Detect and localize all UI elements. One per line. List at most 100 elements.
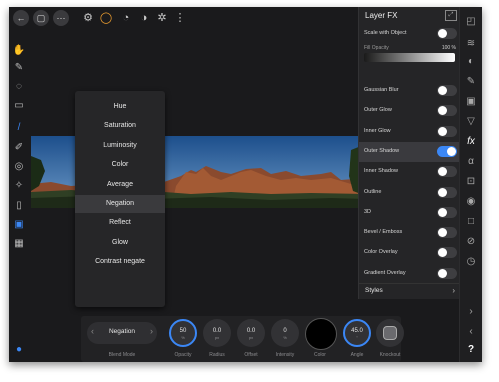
intensity-label: Intensity: [275, 352, 295, 358]
effect-label: Outline: [364, 188, 382, 195]
macro-icon[interactable]: ◷: [464, 255, 478, 269]
effect-row[interactable]: Gradient Overlay: [359, 264, 461, 284]
effect-label: Outer Glow: [364, 107, 392, 114]
crop-tool-icon[interactable]: ▯: [12, 199, 26, 213]
lasso-tool-icon[interactable]: ◌: [12, 80, 26, 94]
blend-menu-item[interactable]: Contrast negate: [75, 253, 165, 271]
select-tool-icon[interactable]: ▣: [12, 218, 26, 232]
fill-opacity-slider[interactable]: [364, 53, 455, 62]
effect-row[interactable]: Outer Glow: [359, 101, 461, 121]
blend-menu-item[interactable]: Saturation: [75, 117, 165, 135]
transform-icon[interactable]: ▣: [464, 95, 478, 109]
effect-row[interactable]: 3D: [359, 203, 461, 223]
settings-icon[interactable]: ✲: [155, 11, 169, 25]
adjustment-icon[interactable]: ◑: [137, 11, 151, 25]
back-icon[interactable]: ←: [13, 10, 29, 26]
color-swatch[interactable]: [305, 318, 337, 350]
fx-icon[interactable]: fx: [464, 135, 478, 149]
snapping-icon[interactable]: ⊘: [464, 235, 478, 249]
scale-label: Scale with Object: [364, 30, 407, 36]
intensity-dial[interactable]: 0 %: [271, 319, 299, 347]
blend-menu-item[interactable]: Average: [75, 176, 165, 194]
chevron-left-icon[interactable]: ‹: [464, 325, 478, 339]
history-icon[interactable]: ⊡: [464, 175, 478, 189]
channels-icon[interactable]: ▽: [464, 115, 478, 129]
fill-opacity-label: Fill Opacity: [364, 45, 389, 51]
fill-opacity-value: 100 %: [441, 45, 456, 51]
scale-toggle[interactable]: [437, 28, 457, 39]
clone-tool-icon[interactable]: ◎: [12, 160, 26, 174]
knockout-button[interactable]: [376, 319, 404, 347]
effect-row[interactable]: Outer Shadow: [359, 141, 461, 162]
blend-menu-item[interactable]: Glow: [75, 234, 165, 252]
blend-menu-item[interactable]: Negation: [75, 195, 165, 213]
paint-tool-icon[interactable]: ✐: [12, 141, 26, 155]
effect-row[interactable]: Color Overlay: [359, 243, 461, 263]
text-icon[interactable]: α: [464, 155, 478, 169]
offset-unit: px: [248, 335, 254, 340]
document-icon[interactable]: ▢: [33, 10, 49, 26]
swatches-icon[interactable]: ◉: [464, 195, 478, 209]
brushes-icon[interactable]: ◐: [464, 55, 478, 69]
hand-tool-icon[interactable]: ✋: [12, 44, 26, 58]
persona-icon[interactable]: ⚙: [81, 11, 95, 25]
live-filter-icon[interactable]: ◔: [119, 11, 133, 25]
fill-opacity-row[interactable]: Fill Opacity 100 %: [359, 44, 461, 64]
next-blend-icon[interactable]: ›: [150, 326, 153, 336]
effect-toggle[interactable]: [437, 166, 457, 178]
opacity-value: 50: [179, 328, 187, 334]
effect-toggle[interactable]: [437, 267, 457, 279]
effect-label: Gradient Overlay: [364, 269, 406, 276]
blend-menu-item[interactable]: Hue: [75, 98, 165, 116]
effect-row[interactable]: Gaussian Blur: [359, 81, 461, 101]
layers-icon[interactable]: ≋: [464, 37, 478, 51]
navigator-icon[interactable]: ◰: [464, 15, 478, 29]
brush-tool-icon[interactable]: ✎: [12, 61, 26, 75]
radius-label: Radius: [209, 352, 225, 358]
effect-toggle[interactable]: [437, 125, 457, 137]
help-icon[interactable]: ⋮: [173, 11, 187, 25]
offset-label: Offset: [244, 352, 258, 358]
blend-menu-item[interactable]: Reflect: [75, 214, 165, 232]
chevron-right-icon[interactable]: ›: [464, 305, 478, 319]
blend-menu-item[interactable]: Luminosity: [75, 137, 165, 155]
radius-unit: px: [214, 335, 220, 340]
transform-tool-icon[interactable]: ▦: [12, 237, 26, 251]
color-icon[interactable]: ✎: [464, 75, 478, 89]
effect-toggle[interactable]: [437, 85, 457, 96]
styles-row[interactable]: Styles ›: [359, 283, 461, 300]
intensity-value: 0: [283, 328, 287, 334]
selection-icon[interactable]: ◯: [99, 11, 113, 25]
pen-tool-icon[interactable]: /: [12, 121, 26, 135]
effect-toggle[interactable]: [437, 145, 457, 157]
color-label: Color: [314, 352, 326, 358]
blend-mode-menu: Hue Saturation Luminosity Color Average Negat…: [75, 91, 165, 307]
effect-toggle[interactable]: [437, 247, 457, 259]
effect-toggle[interactable]: [437, 206, 457, 218]
retouch-tool-icon[interactable]: ✧: [12, 179, 26, 193]
opacity-dial[interactable]: 50 %: [169, 319, 197, 347]
scale-with-object-row[interactable]: Scale with Object: [359, 24, 461, 44]
help-question-icon[interactable]: ?: [464, 343, 478, 357]
radius-dial[interactable]: 0.0 px: [203, 319, 231, 347]
effect-row[interactable]: Outline: [359, 183, 461, 203]
angle-value: 45.0: [351, 328, 363, 334]
blend-mode-selector[interactable]: ‹ Negation ›: [87, 322, 157, 344]
effect-toggle[interactable]: [437, 105, 457, 117]
blend-mode-value: Negation: [108, 328, 136, 335]
effect-row[interactable]: Inner Shadow: [359, 162, 461, 182]
marquee-tool-icon[interactable]: ▭: [12, 99, 26, 113]
blend-menu-item[interactable]: Color: [75, 156, 165, 174]
angle-dial[interactable]: 45.0 °: [343, 319, 371, 347]
stock-icon[interactable]: □: [464, 215, 478, 229]
effect-row[interactable]: Bevel / Emboss: [359, 223, 461, 243]
effect-row[interactable]: Inner Glow: [359, 122, 461, 142]
effect-toggle[interactable]: [437, 227, 457, 239]
effect-toggle[interactable]: [437, 186, 457, 198]
panel-title: Layer FX: [365, 11, 398, 20]
expand-icon[interactable]: ⤢: [445, 10, 457, 21]
color-picker-icon[interactable]: ●: [12, 343, 26, 357]
more-icon[interactable]: ⋯: [53, 10, 69, 26]
offset-dial[interactable]: 0.0 px: [237, 319, 265, 347]
studio-sidebar: ◰ ≋ ◐ ✎ ▣ ▽ fx α ⊡ ◉ □ ⊘ ◷ › ‹ ?: [459, 7, 482, 362]
